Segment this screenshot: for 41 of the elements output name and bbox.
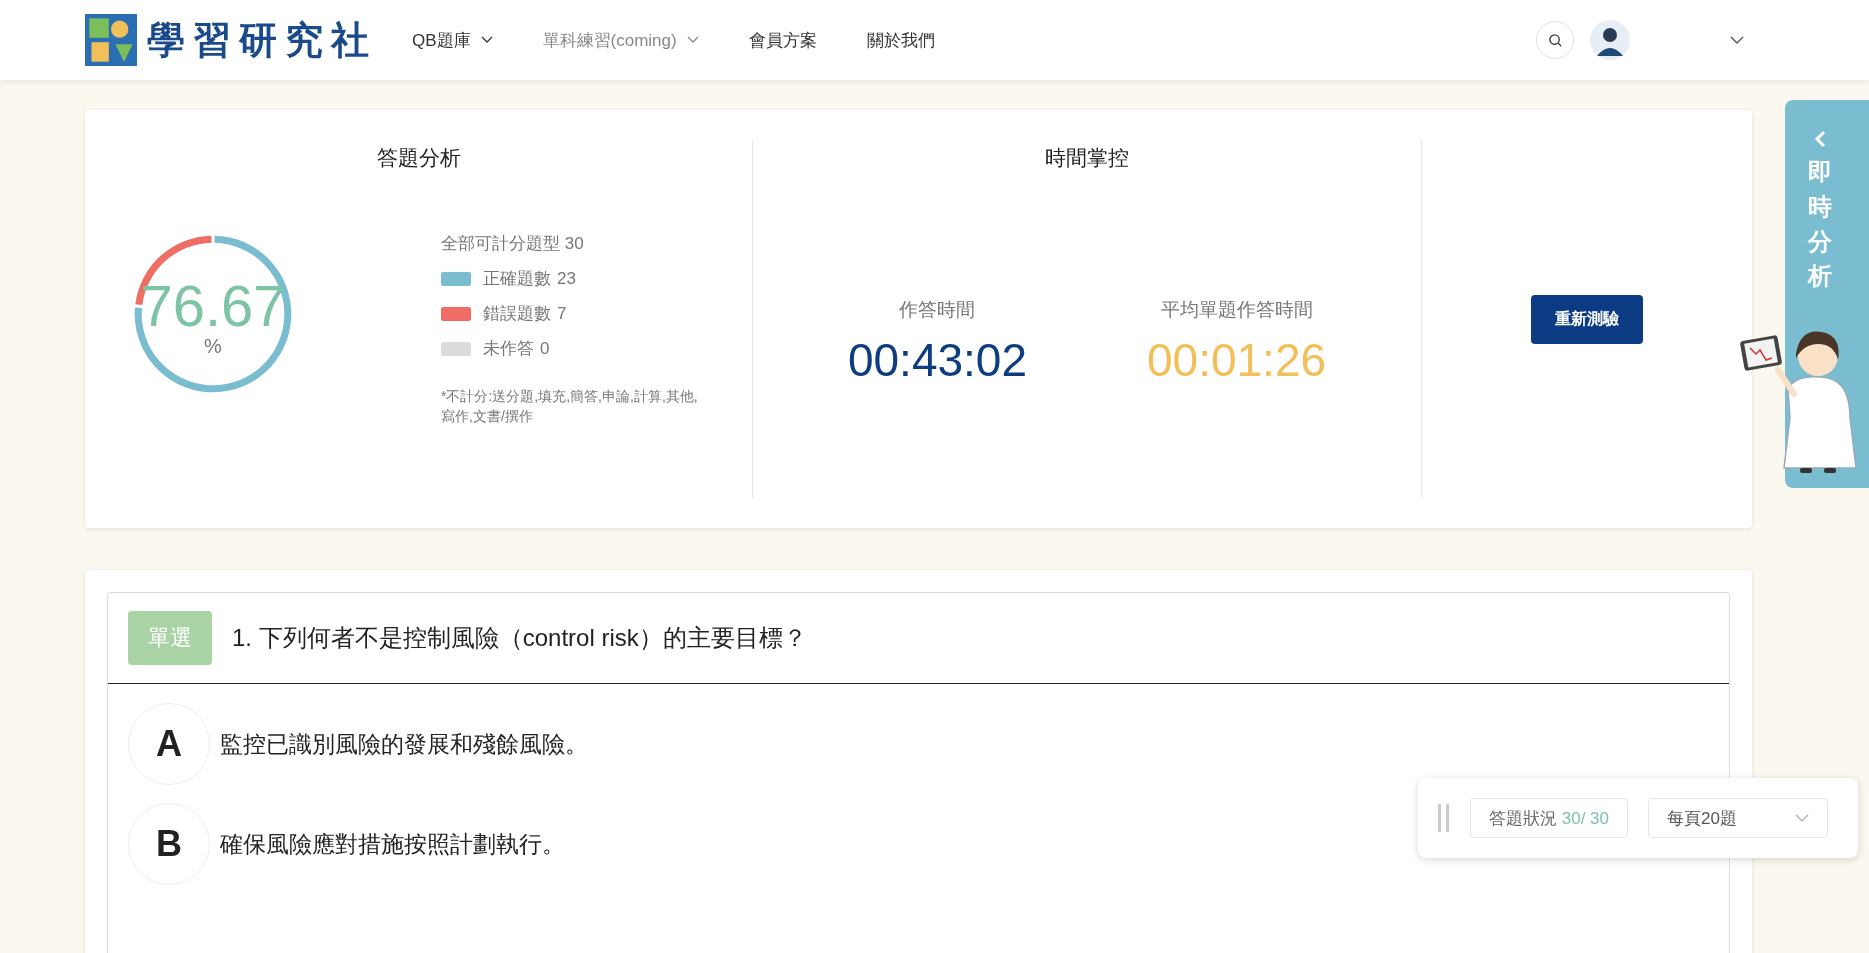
time-value: 00:43:02 xyxy=(847,333,1027,387)
nav-link[interactable]: QB題庫 xyxy=(412,28,493,52)
question-text: 1. 下列何者不是控制風險（control risk）的主要目標？ xyxy=(232,623,807,653)
tab-label-char: 析 xyxy=(1808,262,1833,292)
logo-text[interactable]: 學習研究社 xyxy=(147,14,377,66)
legend-count: 7 xyxy=(557,303,567,324)
search-button[interactable] xyxy=(1536,21,1574,59)
legend-count: 0 xyxy=(540,338,550,359)
nav-link[interactable]: 關於我們 xyxy=(866,28,935,52)
section-title: 答題分析 xyxy=(376,145,461,171)
tab-label-char: 分 xyxy=(1808,227,1833,257)
chevron-down-icon[interactable] xyxy=(1730,36,1744,44)
time-value: 00:01:26 xyxy=(1147,333,1327,387)
chevron-down-icon xyxy=(480,36,493,44)
drag-handle-icon[interactable] xyxy=(1438,804,1450,832)
chevron-left-icon xyxy=(1814,130,1826,148)
tab-label-char: 即 xyxy=(1808,158,1833,187)
legend-label: 未作答 xyxy=(483,338,534,360)
legend-count: 23 xyxy=(557,268,576,289)
time-label: 平均單題作答時間 xyxy=(1160,298,1313,322)
search-icon xyxy=(1547,32,1563,48)
chevron-down-icon xyxy=(686,36,699,44)
logo-icon[interactable] xyxy=(85,11,137,69)
question-type-tag: 單選 xyxy=(128,611,212,665)
option-text[interactable]: 監控已識別風險的發展和殘餘風險。 xyxy=(220,728,588,760)
legend-label: 錯誤題數 xyxy=(483,303,551,325)
answer-status-button[interactable]: 答題狀況 30/ 30 xyxy=(1470,798,1628,838)
legend-label: 正確題數 xyxy=(483,268,551,290)
time-label: 作答時間 xyxy=(899,298,976,322)
tab-label-char: 時 xyxy=(1808,192,1833,222)
section-title: 時間掌控 xyxy=(1045,145,1129,171)
nav-link[interactable]: 會員方案 xyxy=(748,28,817,52)
avatar-icon[interactable] xyxy=(1590,20,1630,60)
retest-button[interactable]: 重新測驗 xyxy=(1531,294,1643,344)
chevron-down-icon xyxy=(1795,814,1809,822)
footnote: *不計分:送分題,填充,簡答,申論,計算,其他,寫作,文書/撰作 xyxy=(441,387,699,427)
score-unit: % xyxy=(204,334,222,358)
total-count: 全部可計分題型 30 xyxy=(441,233,585,255)
score-value: 76.67 xyxy=(140,276,286,335)
per-page-dropdown[interactable]: 每頁20題 xyxy=(1648,798,1828,838)
option-text[interactable]: 確保風險應對措施按照計劃執行。 xyxy=(220,828,565,860)
